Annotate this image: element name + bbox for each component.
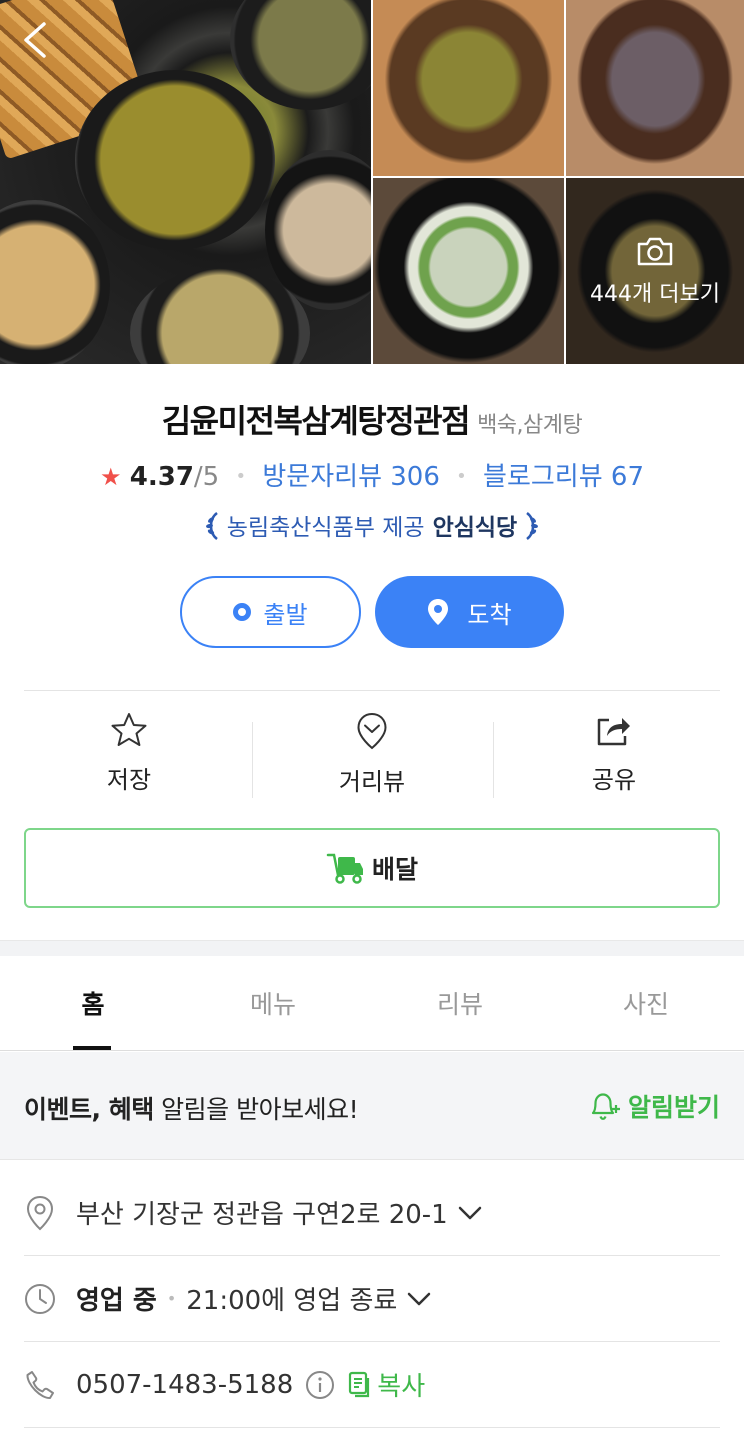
separator-dot: • (235, 466, 247, 487)
tab-photos[interactable]: 사진 (553, 985, 739, 1021)
copy-phone-button[interactable]: 복사 (347, 1366, 425, 1403)
clock-icon (25, 1283, 55, 1314)
subscribe-label: 알림받기 (627, 1093, 720, 1122)
laurel-right-icon (526, 512, 539, 540)
map-pin-icon (26, 1195, 54, 1230)
origin-dot-icon (233, 603, 252, 621)
photo-gallery[interactable]: 444개 더보기 (0, 0, 744, 364)
visitor-reviews-link[interactable]: 방문자리뷰 306 (262, 462, 440, 492)
location-pin-icon (428, 599, 449, 625)
bowl-shape (0, 200, 110, 364)
phone-row[interactable]: 0507-1483-5188 복사 (24, 1342, 720, 1428)
section-gap (0, 940, 744, 956)
save-label: 저장 (106, 766, 152, 794)
street-view-button[interactable]: 거리뷰 (272, 712, 472, 797)
notification-bold: 이벤트, 혜택 (24, 1095, 154, 1124)
divider (252, 722, 253, 798)
delivery-truck-icon (326, 853, 363, 884)
business-hours-row[interactable]: 영업 중 • 21:00에 영업 종료 (24, 1256, 720, 1342)
more-photos-button[interactable]: 444개 더보기 (566, 178, 744, 364)
closing-time: 21:00에 영업 종료 (186, 1286, 398, 1316)
notification-banner: 이벤트, 혜택 알림을 받아보세요! 알림받기 (0, 1052, 744, 1160)
more-photos-label: 444개 더보기 (590, 282, 720, 307)
notification-text: 이벤트, 혜택 알림을 받아보세요! (24, 1090, 359, 1126)
depart-button[interactable]: 출발 (180, 576, 361, 648)
share-button[interactable]: 공유 (514, 712, 714, 795)
subscribe-notification-button[interactable]: 알림받기 (588, 1088, 720, 1124)
arrive-button[interactable]: 도착 (375, 576, 564, 648)
copy-icon (349, 1371, 370, 1397)
camera-icon (637, 237, 673, 266)
delivery-label: 배달 (371, 855, 418, 884)
thumb-photo-3[interactable] (373, 178, 564, 364)
tab-reviews[interactable]: 리뷰 (367, 985, 553, 1021)
blog-reviews-link[interactable]: 블로그리뷰 67 (483, 462, 644, 492)
street-view-label: 거리뷰 (338, 768, 406, 796)
save-button[interactable]: 저장 (29, 712, 229, 795)
rating-score: 4.37 (129, 462, 194, 492)
star-outline-icon (111, 713, 147, 746)
laurel-left-icon (205, 512, 218, 540)
separator-dot: • (456, 466, 467, 487)
depart-label: 출발 (263, 600, 308, 629)
chevron-down-icon (458, 1206, 481, 1219)
copy-label: 복사 (377, 1372, 426, 1402)
info-circle-icon[interactable] (305, 1370, 335, 1400)
back-arrow-icon[interactable] (18, 20, 58, 60)
notification-rest: 알림을 받아보세요! (153, 1095, 359, 1124)
store-name: 김윤미전복삼계탕정관점 (161, 402, 471, 440)
rating-max: /5 (193, 462, 220, 492)
bowl-shape (75, 70, 275, 250)
divider (493, 722, 494, 798)
arrive-label: 도착 (467, 600, 512, 629)
cert-provider: 농림축산식품부 제공 (226, 515, 425, 541)
thumb-photo-2[interactable] (566, 0, 744, 176)
thumb-photo-1[interactable] (373, 0, 564, 176)
delivery-button[interactable]: 배달 (24, 828, 720, 908)
tab-menu[interactable]: 메뉴 (180, 985, 366, 1021)
open-status: 영업 중 (76, 1286, 157, 1316)
tab-bar: 홈 메뉴 리뷰 사진 (0, 957, 744, 1051)
share-label: 공유 (591, 766, 637, 794)
divider (24, 690, 720, 691)
separator-dot: • (166, 1289, 177, 1308)
cert-name: 안심식당 (432, 515, 518, 541)
store-category: 백숙,삼계탕 (477, 413, 583, 438)
address-row[interactable]: 부산 기장군 정관읍 구연2로 20-1 (24, 1170, 720, 1256)
chevron-down-icon (408, 1292, 431, 1305)
share-icon (597, 718, 630, 746)
safe-restaurant-badge[interactable]: 농림축산식품부 제공 안심식당 (0, 508, 744, 542)
phone-icon (26, 1370, 54, 1399)
address-text: 부산 기장군 정관읍 구연2로 20-1 (76, 1200, 448, 1230)
active-tab-indicator (73, 1046, 111, 1050)
tab-home[interactable]: 홈 (0, 985, 186, 1021)
street-view-pin-icon (357, 712, 387, 750)
rating-star-icon: ★ (99, 463, 122, 491)
phone-number: 0507-1483-5188 (76, 1369, 294, 1400)
bowl-shape (230, 0, 371, 110)
bell-plus-icon (591, 1093, 620, 1120)
